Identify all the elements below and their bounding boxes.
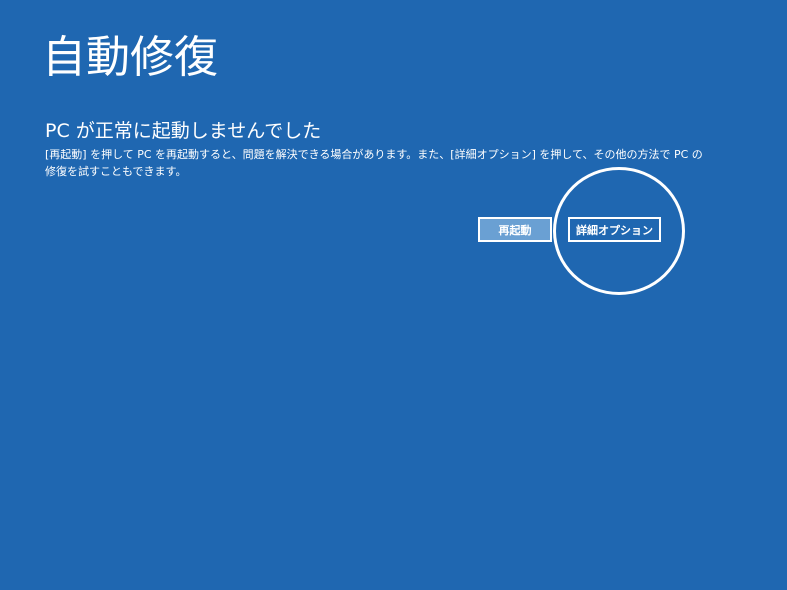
description-line-1: [再起動] を押して PC を再起動すると、問題を解決できる場合があります。また… <box>45 148 703 161</box>
error-heading: PC が正常に起動しませんでした <box>45 120 322 142</box>
highlight-circle <box>553 167 685 295</box>
page-title: 自動修復 <box>42 32 218 83</box>
restart-button[interactable]: 再起動 <box>478 217 552 242</box>
